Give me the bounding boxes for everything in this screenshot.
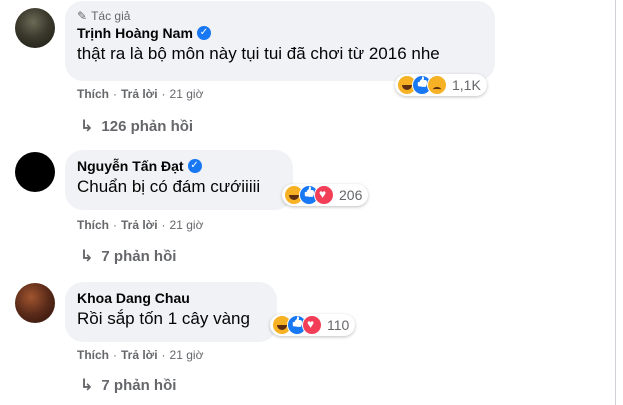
comment-bubble: Nguyễn Tấn Đạt ✓ Chuẩn bị có đám cướiiii… bbox=[65, 150, 293, 210]
reply-arrow-icon: ↳ bbox=[80, 248, 94, 265]
separator: · bbox=[161, 348, 166, 362]
replies-count-label: 7 phản hồi bbox=[101, 247, 177, 265]
reaction-summary[interactable]: 1,1K bbox=[395, 74, 487, 96]
view-replies-link[interactable]: ↳ 126 phản hồi bbox=[80, 116, 193, 136]
replies-count-label: 126 phản hồi bbox=[101, 117, 194, 135]
timestamp[interactable]: 21 giờ bbox=[170, 348, 204, 362]
verified-badge-icon: ✓ bbox=[196, 26, 211, 40]
comment-author-name[interactable]: Trịnh Hoàng Nam bbox=[77, 25, 193, 41]
reply-link[interactable]: Trả lời bbox=[121, 218, 158, 232]
comment-bubble: ✎ Tác giả Trịnh Hoàng Nam ✓ thật ra là b… bbox=[65, 1, 495, 81]
timestamp[interactable]: 21 giờ bbox=[170, 218, 204, 232]
like-link[interactable]: Thích bbox=[77, 87, 109, 101]
comment-text: Chuẩn bị có đám cướiiiii bbox=[77, 177, 261, 196]
view-replies-link[interactable]: ↳ 7 phản hồi bbox=[80, 246, 176, 266]
comment-text: Rồi sắp tốn 1 cây vàng bbox=[77, 309, 250, 328]
replies-count-label: 7 phản hồi bbox=[101, 376, 177, 394]
comment-actions: Thích · Trả lời · 21 giờ bbox=[77, 348, 203, 362]
comment-author-row: Khoa Dang Chau bbox=[77, 290, 265, 306]
avatar[interactable] bbox=[15, 152, 55, 192]
reaction-summary[interactable]: 206 bbox=[282, 184, 369, 206]
comment-author-row: Nguyễn Tấn Đạt ✓ bbox=[77, 158, 281, 174]
separator: · bbox=[161, 218, 166, 232]
reply-arrow-icon: ↳ bbox=[80, 377, 94, 394]
timestamp[interactable]: 21 giờ bbox=[170, 87, 204, 101]
separator: · bbox=[113, 87, 117, 101]
sad-reaction-icon bbox=[427, 75, 447, 95]
scrollbar-track bbox=[615, 0, 616, 405]
comment-author-row: Trịnh Hoàng Nam ✓ bbox=[77, 25, 483, 41]
comment-actions: Thích · Trả lời · 21 giờ bbox=[77, 218, 203, 232]
comment-actions: Thích · Trả lời · 21 giờ bbox=[77, 87, 203, 101]
reaction-count: 110 bbox=[327, 317, 350, 333]
comment-bubble: Khoa Dang Chau Rồi sắp tốn 1 cây vàng bbox=[65, 282, 277, 342]
reply-link[interactable]: Trả lời bbox=[121, 348, 158, 362]
pencil-icon: ✎ bbox=[77, 9, 88, 23]
separator: · bbox=[161, 87, 166, 101]
author-badge-label: Tác giả bbox=[91, 9, 131, 23]
comment-author-name[interactable]: Khoa Dang Chau bbox=[77, 290, 190, 306]
separator: · bbox=[113, 348, 117, 362]
reply-arrow-icon: ↳ bbox=[80, 118, 94, 135]
reaction-count: 206 bbox=[339, 187, 363, 203]
view-replies-link[interactable]: ↳ 7 phản hồi bbox=[80, 375, 176, 395]
comment-author-name[interactable]: Nguyễn Tấn Đạt bbox=[77, 158, 184, 174]
reaction-summary[interactable]: 110 bbox=[270, 314, 356, 336]
like-link[interactable]: Thích bbox=[77, 218, 109, 232]
love-reaction-icon bbox=[314, 185, 334, 205]
reply-link[interactable]: Trả lời bbox=[121, 87, 158, 101]
author-badge: ✎ Tác giả bbox=[77, 9, 483, 23]
reaction-count: 1,1K bbox=[452, 77, 481, 93]
like-link[interactable]: Thích bbox=[77, 348, 109, 362]
comment-text: thật ra là bộ môn này tụi tui đã chơi từ… bbox=[77, 44, 440, 63]
love-reaction-icon bbox=[302, 315, 322, 335]
avatar[interactable] bbox=[15, 283, 55, 323]
avatar[interactable] bbox=[15, 8, 55, 48]
verified-badge-icon: ✓ bbox=[187, 159, 202, 173]
separator: · bbox=[113, 218, 117, 232]
